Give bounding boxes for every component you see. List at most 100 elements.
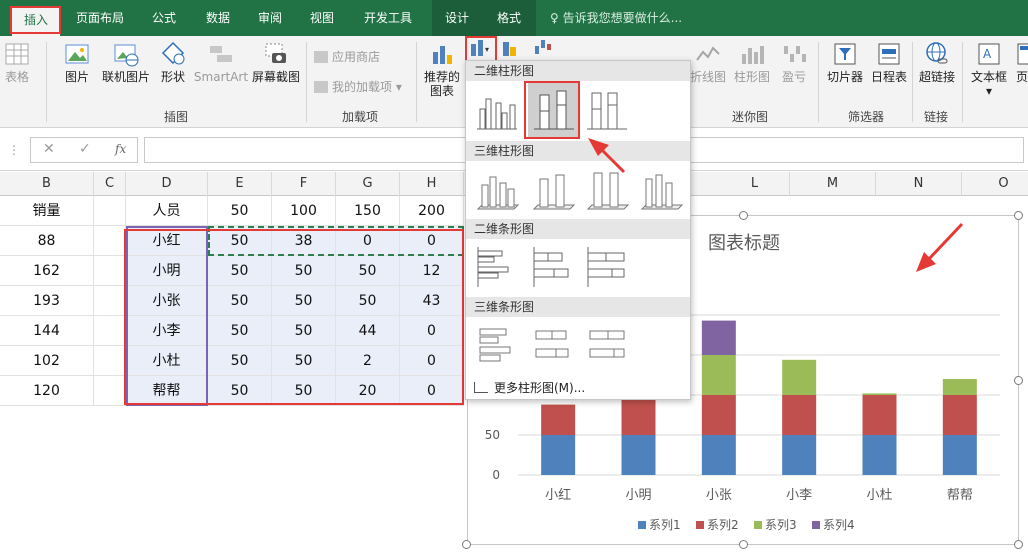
- cancel-icon[interactable]: ✕: [43, 141, 55, 157]
- header-footer-button[interactable]: 页眉: [1008, 40, 1028, 84]
- my-addins-button[interactable]: 我的加载项 ▾: [314, 78, 402, 95]
- slicer-button[interactable]: 切片器: [822, 40, 868, 84]
- col-header-d[interactable]: D: [126, 172, 208, 196]
- cell-empty[interactable]: [94, 286, 126, 316]
- 3d-percent-column-icon[interactable]: [584, 165, 630, 215]
- cell-value[interactable]: 20: [336, 376, 400, 406]
- cell-value[interactable]: 50: [272, 376, 336, 406]
- cell-header-sales[interactable]: 销量: [0, 196, 94, 226]
- cell-value[interactable]: 44: [336, 316, 400, 346]
- cell-header-person[interactable]: 人员: [126, 196, 208, 226]
- insert-function-icon[interactable]: fx: [115, 142, 126, 156]
- cell-value[interactable]: 50: [272, 346, 336, 376]
- cell-value[interactable]: 0: [400, 346, 464, 376]
- stacked-column-option[interactable]: [528, 83, 580, 137]
- cell-value[interactable]: 50: [208, 346, 272, 376]
- chart-resize-handle[interactable]: [739, 211, 748, 220]
- col-header-o[interactable]: O: [962, 172, 1028, 196]
- textbox-button[interactable]: A 文本框 ▾: [966, 40, 1012, 98]
- cell-value[interactable]: 50: [272, 316, 336, 346]
- cell-sales[interactable]: 102: [0, 346, 94, 376]
- cell-sales[interactable]: 120: [0, 376, 94, 406]
- col-header-e[interactable]: E: [208, 172, 272, 196]
- screenshot-button[interactable]: 屏幕截图: [250, 40, 302, 84]
- picture-button[interactable]: 图片: [54, 40, 100, 84]
- percent-stacked-bar-icon[interactable]: [584, 243, 630, 293]
- 3d-clustered-bar-icon[interactable]: [474, 321, 520, 371]
- chart-resize-handle[interactable]: [1014, 376, 1023, 385]
- cell-value[interactable]: 50: [208, 316, 272, 346]
- cell-value[interactable]: 0: [400, 316, 464, 346]
- cell-value[interactable]: 50: [336, 286, 400, 316]
- 3d-stacked-column-icon[interactable]: [530, 165, 576, 215]
- cell-header-value[interactable]: 100: [272, 196, 336, 226]
- cell-empty[interactable]: [94, 256, 126, 286]
- tab-insert[interactable]: 插入: [12, 6, 60, 36]
- online-picture-button[interactable]: 联机图片: [100, 40, 152, 84]
- cell-header-value[interactable]: 150: [336, 196, 400, 226]
- recommended-charts-button[interactable]: 推荐的 图表: [420, 40, 464, 98]
- cell-empty[interactable]: [94, 316, 126, 346]
- col-header-m[interactable]: M: [790, 172, 876, 196]
- cell-value[interactable]: 2: [336, 346, 400, 376]
- cell-value[interactable]: 50: [336, 256, 400, 286]
- col-header-n[interactable]: N: [876, 172, 962, 196]
- 3d-percent-bar-icon[interactable]: [584, 321, 630, 371]
- winloss-sparkline-button[interactable]: 盈亏: [772, 40, 816, 84]
- chart-resize-handle[interactable]: [1014, 211, 1023, 220]
- waterfall-chart-button[interactable]: [530, 36, 560, 61]
- cell-empty[interactable]: [94, 196, 126, 226]
- 3d-clustered-column-icon[interactable]: [474, 165, 520, 215]
- tab-review[interactable]: 审阅: [248, 0, 292, 36]
- hierarchy-chart-button[interactable]: [498, 36, 528, 61]
- cell-header-value[interactable]: 50: [208, 196, 272, 226]
- timeline-button[interactable]: 日程表: [866, 40, 912, 84]
- col-header-g[interactable]: G: [336, 172, 400, 196]
- chart-resize-handle[interactable]: [462, 540, 471, 549]
- table-button[interactable]: 表格: [0, 40, 40, 84]
- col-header-l[interactable]: L: [720, 172, 790, 196]
- enter-icon[interactable]: ✓: [79, 141, 91, 157]
- stacked-bar-icon[interactable]: [530, 243, 576, 293]
- cell-value[interactable]: 12: [400, 256, 464, 286]
- shapes-button[interactable]: 形状: [150, 40, 196, 84]
- col-header-f[interactable]: F: [272, 172, 336, 196]
- store-button[interactable]: 应用商店: [314, 48, 380, 65]
- col-header-h[interactable]: H: [400, 172, 464, 196]
- 3d-stacked-bar-icon[interactable]: [530, 321, 576, 371]
- col-header-b[interactable]: B: [0, 172, 94, 196]
- cell-empty[interactable]: [94, 346, 126, 376]
- tab-developer[interactable]: 开发工具: [352, 0, 424, 36]
- line-sparkline-button[interactable]: 折线图: [686, 40, 730, 84]
- cell-value[interactable]: 50: [272, 286, 336, 316]
- tab-formulas[interactable]: 公式: [140, 0, 188, 36]
- tab-data[interactable]: 数据: [196, 0, 240, 36]
- column-chart-dropdown-button[interactable]: ▾: [464, 36, 496, 61]
- col-header-c[interactable]: C: [94, 172, 126, 196]
- cell-empty[interactable]: [94, 226, 126, 256]
- cell-sales[interactable]: 193: [0, 286, 94, 316]
- cell-value[interactable]: 50: [272, 256, 336, 286]
- tab-page-layout[interactable]: 页面布局: [68, 0, 132, 36]
- more-column-charts-link[interactable]: 更多柱形图(M)...: [474, 379, 585, 396]
- cell-sales[interactable]: 88: [0, 226, 94, 256]
- cell-value[interactable]: 50: [208, 376, 272, 406]
- cell-value[interactable]: 0: [400, 376, 464, 406]
- 3d-column-icon[interactable]: [638, 165, 684, 215]
- column-sparkline-button[interactable]: 柱形图: [730, 40, 774, 84]
- cell-value[interactable]: 50: [208, 286, 272, 316]
- clustered-column-icon[interactable]: [474, 85, 520, 135]
- cell-sales[interactable]: 162: [0, 256, 94, 286]
- hyperlink-button[interactable]: 超链接: [914, 40, 960, 84]
- cell-sales[interactable]: 144: [0, 316, 94, 346]
- chart-resize-handle[interactable]: [739, 540, 748, 549]
- smartart-button[interactable]: SmartArt: [192, 40, 250, 84]
- tab-view[interactable]: 视图: [300, 0, 344, 36]
- clustered-bar-icon[interactable]: [474, 243, 520, 293]
- tab-design[interactable]: 设计: [432, 0, 482, 36]
- tab-format[interactable]: 格式: [482, 0, 536, 36]
- cell-value[interactable]: 43: [400, 286, 464, 316]
- cell-empty[interactable]: [94, 376, 126, 406]
- cell-header-value[interactable]: 200: [400, 196, 464, 226]
- tell-me-box[interactable]: ♀ 告诉我您想要做什么...: [550, 0, 682, 36]
